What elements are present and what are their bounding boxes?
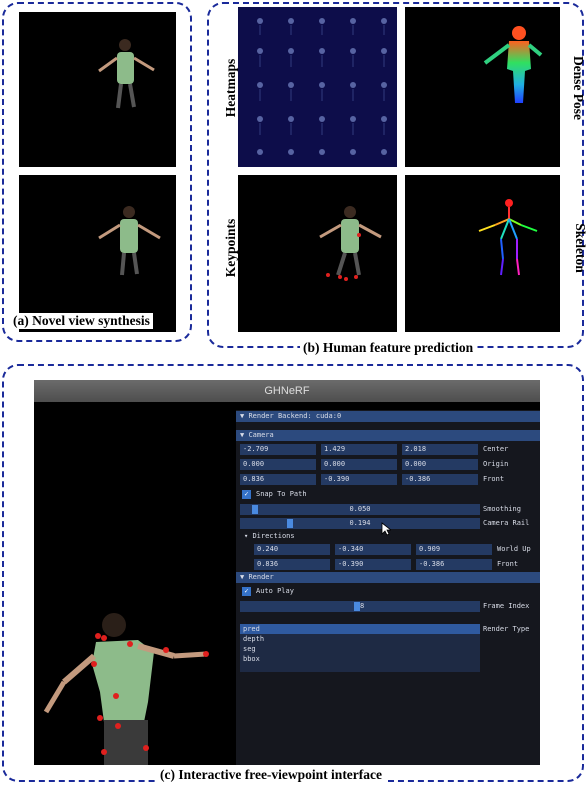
- center-y-field[interactable]: 1.429: [321, 444, 397, 455]
- smoothing-slider[interactable]: 0.050: [240, 504, 480, 515]
- directions-header[interactable]: ▾ Directions: [244, 531, 295, 542]
- origin-z-field[interactable]: 0.000: [402, 459, 478, 470]
- render-type-bbox[interactable]: bbox: [240, 654, 480, 664]
- control-panel: ▼ Render Backend: cuda:0 ▼ Camera -2.709…: [236, 410, 540, 765]
- camera-header[interactable]: ▼ Camera: [236, 430, 540, 441]
- render-type-seg[interactable]: seg: [240, 644, 480, 654]
- front-z-field[interactable]: -0.386: [402, 474, 478, 485]
- human-figure-2: [98, 206, 161, 276]
- window-title: GHNeRF: [34, 380, 540, 402]
- front-x-field[interactable]: 0.836: [240, 474, 316, 485]
- center-label: Center: [483, 445, 509, 453]
- mouse-cursor-icon: [381, 522, 391, 536]
- world-up-x-field[interactable]: 0.240: [254, 544, 330, 555]
- label-skeleton: Skeleton: [573, 223, 586, 273]
- camera-rail-value: 0.194: [349, 519, 371, 527]
- camera-rail-slider[interactable]: 0.194: [240, 518, 480, 529]
- origin-label: Origin: [483, 460, 509, 468]
- label-heatmaps: Heatmaps: [223, 58, 238, 118]
- render-viewport[interactable]: [34, 402, 236, 765]
- skeleton-image: [405, 175, 560, 332]
- camera-rail-grab[interactable]: [287, 519, 293, 528]
- render-type-pred[interactable]: pred: [240, 624, 480, 634]
- frame-index-label: Frame Index: [483, 602, 530, 610]
- dir-front-label: Front: [497, 560, 519, 568]
- novel-view-image-2: [19, 175, 176, 332]
- center-x-field[interactable]: -2.709: [240, 444, 316, 455]
- dense-pose-image: [405, 7, 560, 167]
- world-up-y-field[interactable]: -0.340: [335, 544, 411, 555]
- frame-index-grab[interactable]: [354, 602, 360, 611]
- human-figure-1: [98, 39, 155, 109]
- smoothing-label: Smoothing: [483, 505, 521, 513]
- smoothing-value: 0.050: [349, 505, 371, 513]
- dir-front-x-field[interactable]: 0.836: [254, 559, 330, 570]
- world-up-z-field[interactable]: 0.909: [416, 544, 492, 555]
- heatmap-grid: [257, 18, 387, 155]
- front-y-field[interactable]: -0.390: [321, 474, 397, 485]
- dir-front-y-field[interactable]: -0.390: [335, 559, 411, 570]
- novel-view-image-1: [19, 12, 176, 167]
- render-backend-header[interactable]: ▼ Render Backend: cuda:0: [236, 411, 540, 422]
- app-window: GHNeRF ▼ Render Backend: cuda:0 ▼ Camera…: [34, 380, 540, 765]
- render-type-depth[interactable]: depth: [240, 634, 480, 644]
- label-dense-pose: Dense Pose: [571, 55, 586, 121]
- auto-play-checkbox[interactable]: ✓: [242, 587, 251, 596]
- smoothing-grab[interactable]: [252, 505, 258, 514]
- front-label: Front: [483, 475, 505, 483]
- camera-rail-label: Camera Rail: [483, 519, 530, 527]
- dir-front-z-field[interactable]: -0.386: [416, 559, 492, 570]
- auto-play-label: Auto Play: [256, 587, 294, 595]
- keypoints-image: [238, 175, 397, 332]
- heatmaps-image: [238, 7, 397, 167]
- caption-b: (b) Human feature prediction: [300, 340, 477, 356]
- caption-c: (c) Interactive free-viewpoint interface: [157, 767, 386, 783]
- origin-x-field[interactable]: 0.000: [240, 459, 316, 470]
- origin-y-field[interactable]: 0.000: [321, 459, 397, 470]
- render-type-label: Render Type: [483, 625, 530, 633]
- world-up-label: World Up: [497, 545, 531, 553]
- render-type-list[interactable]: pred depth seg bbox: [240, 624, 480, 672]
- frame-index-slider[interactable]: 28: [240, 601, 480, 612]
- dense-pose-figure: [483, 26, 543, 103]
- keypoints-figure: [319, 206, 382, 281]
- render-header[interactable]: ▼ Render: [236, 572, 540, 583]
- label-keypoints: Keypoints: [223, 218, 238, 278]
- snap-to-path-checkbox[interactable]: ✓: [242, 490, 251, 499]
- caption-a: (a) Novel view synthesis: [10, 313, 153, 329]
- snap-to-path-label: Snap To Path: [256, 490, 307, 498]
- center-z-field[interactable]: 2.018: [402, 444, 478, 455]
- skeleton-figure: [478, 199, 538, 276]
